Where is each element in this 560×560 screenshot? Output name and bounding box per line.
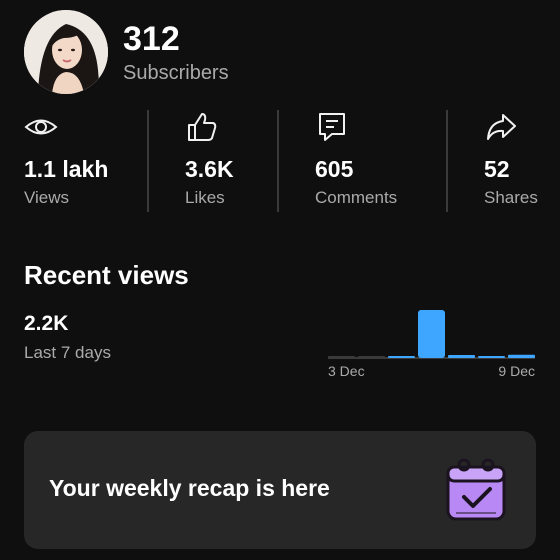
share-icon: [487, 114, 516, 140]
recent-views-chart[interactable]: 3 Dec 9 Dec: [322, 296, 540, 386]
stat-likes[interactable]: 3.6K Likes: [185, 110, 234, 214]
calendar-check-icon: [446, 458, 506, 521]
stat-views[interactable]: 1.1 lakh Views: [24, 110, 108, 214]
stats-row: 1.1 lakh Views 3.6K Likes 605 Comments 5…: [0, 110, 560, 214]
recent-views-period: Last 7 days: [24, 343, 111, 362]
subscriber-count: 312: [123, 19, 180, 58]
comments-value: 605: [315, 156, 354, 182]
recent-views-value: 2.2K: [24, 312, 69, 335]
likes-label: Likes: [185, 188, 225, 207]
divider: [147, 110, 149, 212]
eye-icon: [24, 119, 58, 135]
chart-bar-4-dec[interactable]: [358, 356, 385, 358]
chart-bar-3-dec[interactable]: [328, 356, 355, 358]
views-value: 1.1 lakh: [24, 156, 109, 182]
subscriber-label: Subscribers: [123, 61, 229, 84]
stat-shares[interactable]: 52 Shares: [484, 110, 538, 214]
thumbs-up-icon: [188, 113, 217, 141]
chart-bar-5-dec[interactable]: [388, 356, 415, 358]
chart-tick-label: 9 Dec: [498, 363, 535, 379]
divider: [277, 110, 279, 212]
avatar[interactable]: [24, 10, 108, 94]
chart-tick-label: 3 Dec: [328, 363, 365, 379]
comment-icon: [319, 113, 345, 141]
comments-label: Comments: [315, 188, 398, 207]
recap-text: Your weekly recap is here: [49, 475, 330, 501]
likes-value: 3.6K: [185, 156, 234, 182]
shares-label: Shares: [484, 188, 538, 207]
stat-comments[interactable]: 605 Comments: [315, 110, 397, 214]
shares-value: 52: [484, 156, 510, 182]
channel-header: 312 Subscribers: [24, 10, 229, 94]
chart-bar-7-dec[interactable]: [448, 354, 475, 358]
divider: [446, 110, 448, 212]
recent-views-title: Recent views: [24, 260, 189, 290]
weekly-recap-card[interactable]: Your weekly recap is here: [24, 431, 536, 549]
chart-bar-6-dec[interactable]: [418, 310, 445, 358]
chart-bar-9-dec[interactable]: [508, 354, 535, 358]
chart-bar-8-dec[interactable]: [478, 356, 505, 358]
views-label: Views: [24, 188, 70, 207]
